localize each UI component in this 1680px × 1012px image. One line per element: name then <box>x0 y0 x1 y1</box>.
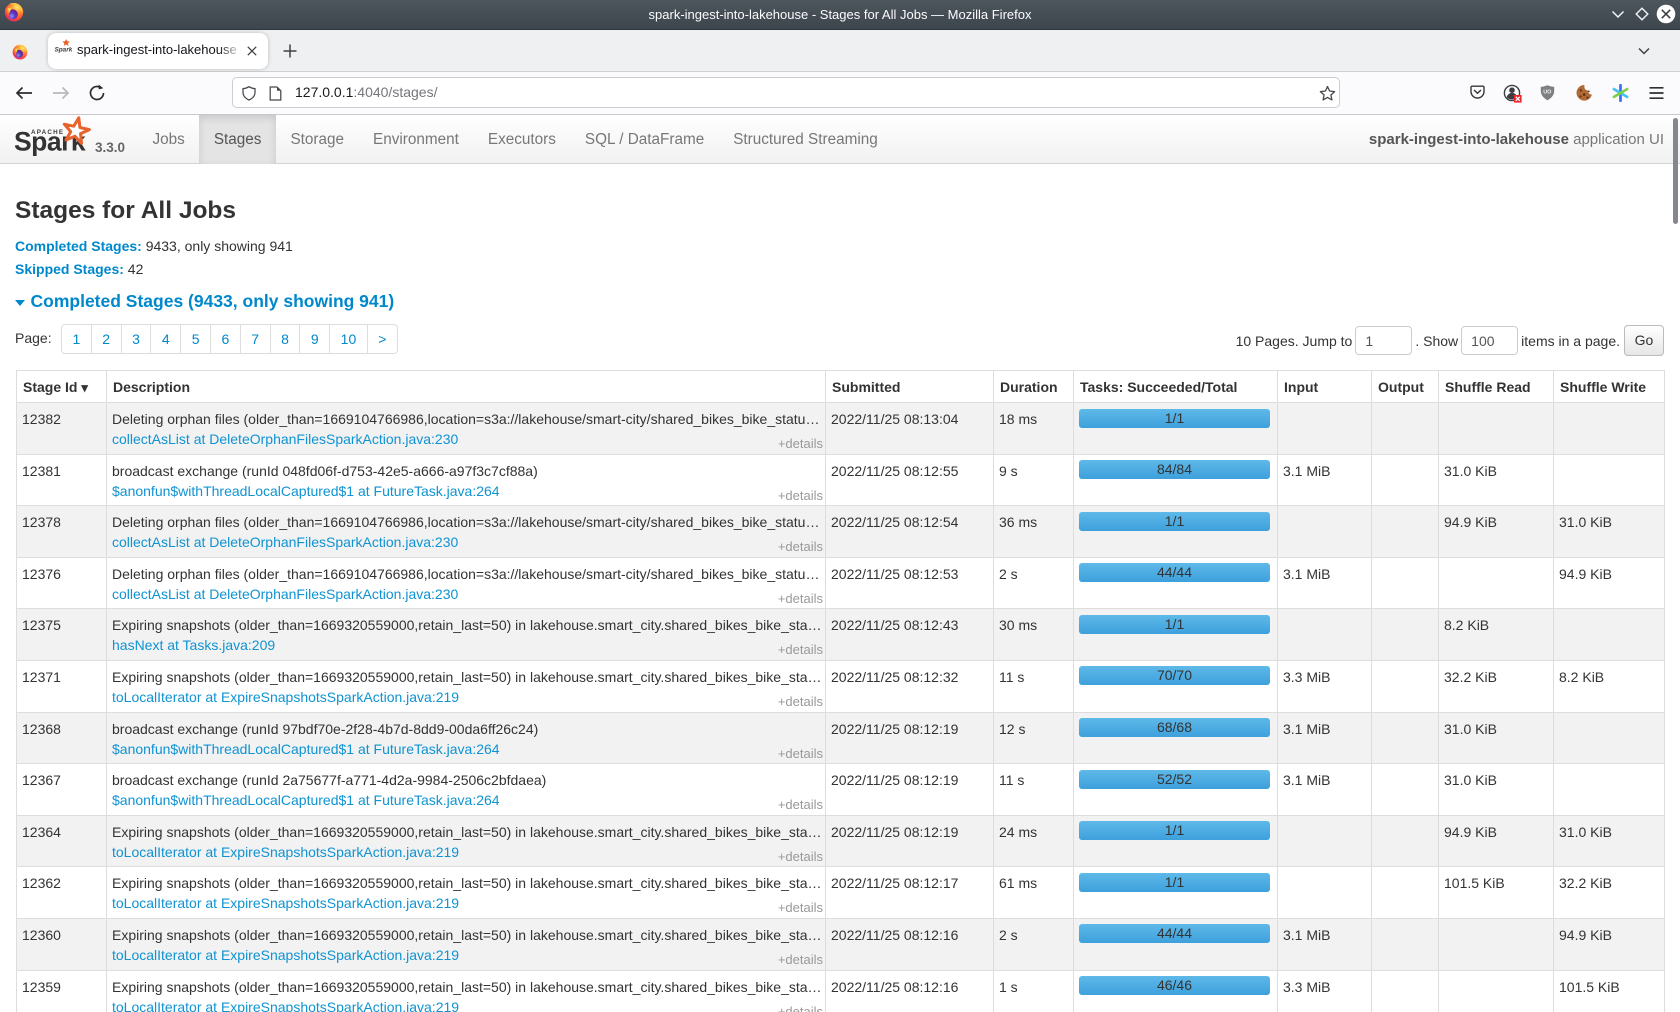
svg-text:Spark: Spark <box>55 47 73 54</box>
svg-text:UO: UO <box>1543 89 1551 95</box>
